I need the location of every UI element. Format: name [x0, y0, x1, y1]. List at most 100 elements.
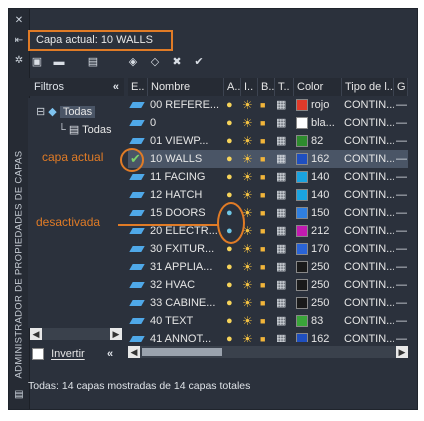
scroll-left-icon[interactable]: ◀	[128, 346, 140, 358]
layer-plot-toggle[interactable]: ▦	[275, 168, 294, 186]
layer-lineweight-cell[interactable]: —	[396, 96, 408, 114]
layer-lock-toggle[interactable]: ■	[258, 276, 275, 294]
layer-row[interactable]: 12 HATCH ● ☀ ■ ▦ 140 CONTIN... —	[128, 186, 408, 204]
layer-row[interactable]: 01 VIEWP... ● ☀ ■ ▦ 82 CONTIN... —	[128, 132, 408, 150]
layer-freeze-toggle[interactable]: ☀	[241, 132, 258, 150]
layer-plot-toggle[interactable]: ▦	[275, 258, 294, 276]
new-layer-vp-frozen-icon[interactable]: ◇	[148, 55, 162, 69]
layer-color-cell[interactable]: 162	[296, 150, 342, 168]
layer-color-cell[interactable]: 140	[296, 186, 342, 204]
layer-lineweight-cell[interactable]: —	[396, 276, 408, 294]
layer-name-cell[interactable]: 01 VIEWP...	[150, 132, 224, 150]
layer-plot-toggle[interactable]: ▦	[275, 294, 294, 312]
layer-status-cell[interactable]	[128, 276, 148, 294]
layer-freeze-toggle[interactable]: ☀	[241, 186, 258, 204]
scroll-right-icon[interactable]: ▶	[396, 346, 408, 358]
layer-status-cell[interactable]	[128, 204, 148, 222]
layer-row[interactable]: 41 ANNOT... ● ☀ ■ ▦ 162 CONTIN... —	[128, 330, 408, 342]
column-header-name[interactable]: Nombre	[148, 78, 224, 96]
tree-node-all-used[interactable]: └ ▤ Todas	[58, 122, 111, 138]
layer-plot-toggle[interactable]: ▦	[275, 204, 294, 222]
layer-name-cell[interactable]: 0	[150, 114, 224, 132]
layer-freeze-toggle[interactable]: ☀	[241, 330, 258, 342]
layer-lineweight-cell[interactable]: —	[396, 240, 408, 258]
layer-linetype-cell[interactable]: CONTIN...	[344, 186, 394, 204]
layer-name-cell[interactable]: 30 FXITUR...	[150, 240, 224, 258]
layer-linetype-cell[interactable]: CONTIN...	[344, 96, 394, 114]
layer-on-toggle[interactable]: ●	[224, 132, 241, 150]
layer-freeze-toggle[interactable]: ☀	[241, 96, 258, 114]
layer-row[interactable]: 15 DOORS ● ☀ ■ ▦ 150 CONTIN... —	[128, 204, 408, 222]
layer-linetype-cell[interactable]: CONTIN...	[344, 168, 394, 186]
layer-lock-toggle[interactable]: ■	[258, 312, 275, 330]
column-header-freeze[interactable]: I..	[241, 78, 258, 96]
delete-layer-icon[interactable]: ✖	[170, 55, 184, 69]
layer-linetype-cell[interactable]: CONTIN...	[344, 294, 394, 312]
layer-status-cell[interactable]	[128, 330, 148, 342]
grid-horizontal-scrollbar[interactable]: ◀ ▶	[128, 346, 408, 358]
layer-lineweight-cell[interactable]: —	[396, 222, 408, 240]
layer-lineweight-cell[interactable]: —	[396, 258, 408, 276]
column-header-lock[interactable]: B..	[258, 78, 275, 96]
layer-color-cell[interactable]: 162	[296, 330, 342, 342]
column-header-plot[interactable]: T..	[275, 78, 294, 96]
layer-lock-toggle[interactable]: ■	[258, 132, 275, 150]
layer-name-cell[interactable]: 31 APPLIA...	[150, 258, 224, 276]
layer-lineweight-cell[interactable]: —	[396, 150, 408, 168]
invert-filter-checkbox-row[interactable]: Invertir	[32, 346, 85, 362]
layer-linetype-cell[interactable]: CONTIN...	[344, 150, 394, 168]
layer-lineweight-cell[interactable]: —	[396, 186, 408, 204]
layer-plot-toggle[interactable]: ▦	[275, 276, 294, 294]
layer-lock-toggle[interactable]: ■	[258, 222, 275, 240]
layer-plot-toggle[interactable]: ▦	[275, 222, 294, 240]
layer-lock-toggle[interactable]: ■	[258, 150, 275, 168]
layer-linetype-cell[interactable]: CONTIN...	[344, 258, 394, 276]
layer-linetype-cell[interactable]: CONTIN...	[344, 114, 394, 132]
layer-name-cell[interactable]: 32 HVAC	[150, 276, 224, 294]
layer-linetype-cell[interactable]: CONTIN...	[344, 132, 394, 150]
layer-color-cell[interactable]: 150	[296, 204, 342, 222]
layer-lineweight-cell[interactable]: —	[396, 294, 408, 312]
invert-filter-checkbox[interactable]	[32, 348, 44, 361]
layer-lock-toggle[interactable]: ■	[258, 294, 275, 312]
layer-row[interactable]: 00 REFERE... ● ☀ ■ ▦ rojo CONTIN... —	[128, 96, 408, 114]
tree-horizontal-scrollbar[interactable]: ◀ ▶	[30, 328, 122, 340]
layer-name-cell[interactable]: 33 CABINE...	[150, 294, 224, 312]
close-icon[interactable]: ✕	[13, 15, 25, 27]
layer-plot-toggle[interactable]: ▦	[275, 312, 294, 330]
tree-node-all[interactable]: ⊟ ◆ Todas	[36, 104, 96, 120]
layer-on-toggle[interactable]: ●	[224, 276, 241, 294]
layer-lineweight-cell[interactable]: —	[396, 312, 408, 330]
layer-color-cell[interactable]: rojo	[296, 96, 342, 114]
layer-plot-toggle[interactable]: ▦	[275, 132, 294, 150]
layer-lineweight-cell[interactable]: —	[396, 114, 408, 132]
layer-row[interactable]: 31 APPLIA... ● ☀ ■ ▦ 250 CONTIN... —	[128, 258, 408, 276]
layer-plot-toggle[interactable]: ▦	[275, 240, 294, 258]
layer-lock-toggle[interactable]: ■	[258, 258, 275, 276]
layer-color-cell[interactable]: 83	[296, 312, 342, 330]
layer-status-cell[interactable]	[128, 96, 148, 114]
layer-row[interactable]: 40 TEXT ● ☀ ■ ▦ 83 CONTIN... —	[128, 312, 408, 330]
column-header-status[interactable]: E..	[128, 78, 148, 96]
new-layer-icon[interactable]: ◈	[126, 55, 140, 69]
layer-status-cell[interactable]	[128, 294, 148, 312]
layer-on-toggle[interactable]: ●	[224, 258, 241, 276]
layer-lineweight-cell[interactable]: —	[396, 168, 408, 186]
layer-row[interactable]: 0 ● ☀ ■ ▦ bla... CONTIN... —	[128, 114, 408, 132]
layer-lock-toggle[interactable]: ■	[258, 114, 275, 132]
layer-linetype-cell[interactable]: CONTIN...	[344, 240, 394, 258]
layer-name-cell[interactable]: 11 FACING	[150, 168, 224, 186]
layer-on-toggle[interactable]: ●	[224, 330, 241, 342]
layer-states-icon[interactable]: ▤	[86, 55, 100, 69]
layer-freeze-toggle[interactable]: ☀	[241, 240, 258, 258]
collapse-filters-button[interactable]: «	[113, 78, 119, 96]
column-header-color[interactable]: Color	[294, 78, 342, 96]
layer-freeze-toggle[interactable]: ☀	[241, 168, 258, 186]
column-header-on[interactable]: A..	[224, 78, 241, 96]
layer-color-cell[interactable]: 250	[296, 294, 342, 312]
layer-plot-toggle[interactable]: ▦	[275, 96, 294, 114]
layer-row[interactable]: 33 CABINE... ● ☀ ■ ▦ 250 CONTIN... —	[128, 294, 408, 312]
layer-lock-toggle[interactable]: ■	[258, 330, 275, 342]
layer-row[interactable]: 30 FXITUR... ● ☀ ■ ▦ 170 CONTIN... —	[128, 240, 408, 258]
layer-lineweight-cell[interactable]: —	[396, 330, 408, 342]
